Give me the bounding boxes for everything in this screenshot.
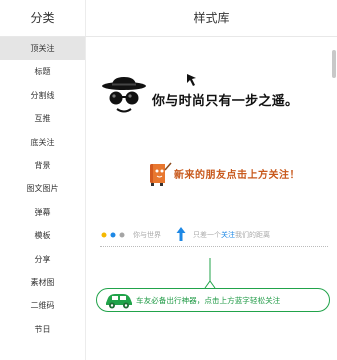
- sidebar-item-background[interactable]: 背景: [0, 154, 85, 177]
- dotted-divider: [100, 246, 328, 247]
- style-3-right-part-b: 我们的距离: [235, 231, 270, 239]
- style-list[interactable]: 你与时尚只有一步之遥。 新来的朋友点击上方关注！ 你与世界 只差一个关注我们的距…: [86, 37, 337, 360]
- dots-decoration-icon: [101, 232, 125, 238]
- pointer-notch-icon: [204, 258, 216, 289]
- style-library-title: 样式库: [193, 11, 230, 25]
- style-card-fashion[interactable]: 你与时尚只有一步之遥。: [100, 73, 328, 121]
- sidebar-item-material[interactable]: 素材图: [0, 271, 85, 294]
- sidebar-item-bottom-follow[interactable]: 底关注: [0, 131, 85, 154]
- scrollbar-thumb[interactable]: [332, 50, 336, 78]
- style-card-distance[interactable]: 你与世界 只差一个关注我们的距离: [100, 224, 328, 248]
- category-title: 分类: [0, 0, 86, 36]
- sunglasses-hat-face-icon: [102, 77, 146, 113]
- sidebar-item-template[interactable]: 模板: [0, 224, 85, 247]
- header: 分类 样式库: [0, 0, 337, 37]
- style-3-right-text: 只差一个关注我们的距离: [193, 230, 270, 240]
- sidebar-item-share[interactable]: 分享: [0, 248, 85, 271]
- style-card-new-friends[interactable]: 新来的朋友点击上方关注！: [136, 154, 326, 190]
- book-mascot-icon: [150, 162, 172, 186]
- style-card-car[interactable]: 车友必备出行神器，点击上方蓝字轻松关注: [96, 258, 330, 314]
- sidebar-item-holiday[interactable]: 节日: [0, 318, 85, 341]
- car-icon: [106, 294, 132, 309]
- style-1-text: 你与时尚只有一步之遥。: [152, 94, 299, 109]
- sidebar-item-divider[interactable]: 分割线: [0, 84, 85, 107]
- sidebar-item-top-follow[interactable]: 顶关注: [0, 37, 85, 61]
- style-3-left-text: 你与世界: [133, 231, 161, 239]
- sidebar-item-danmaku[interactable]: 弹幕: [0, 201, 85, 224]
- style-2-text: 新来的朋友点击上方关注！: [174, 170, 300, 181]
- style-3-highlight: 关注: [221, 231, 235, 239]
- sidebar-item-title[interactable]: 标题: [0, 60, 85, 83]
- sidebar-item-image-text[interactable]: 图文图片: [0, 177, 85, 200]
- category-sidebar: 顶关注 标题 分割线 互推 底关注 背景 图文图片 弹幕 模板 分享 素材图 二…: [0, 37, 86, 360]
- sidebar-item-qrcode[interactable]: 二维码: [0, 294, 85, 317]
- style-3-right-part-a: 只差一个: [193, 231, 221, 239]
- up-arrow-icon: [176, 227, 186, 241]
- style-4-text: 车友必备出行神器，点击上方蓝字轻松关注: [136, 296, 281, 305]
- sidebar-item-cross-promo[interactable]: 互推: [0, 107, 85, 130]
- cursor-arrow-icon: [187, 74, 196, 86]
